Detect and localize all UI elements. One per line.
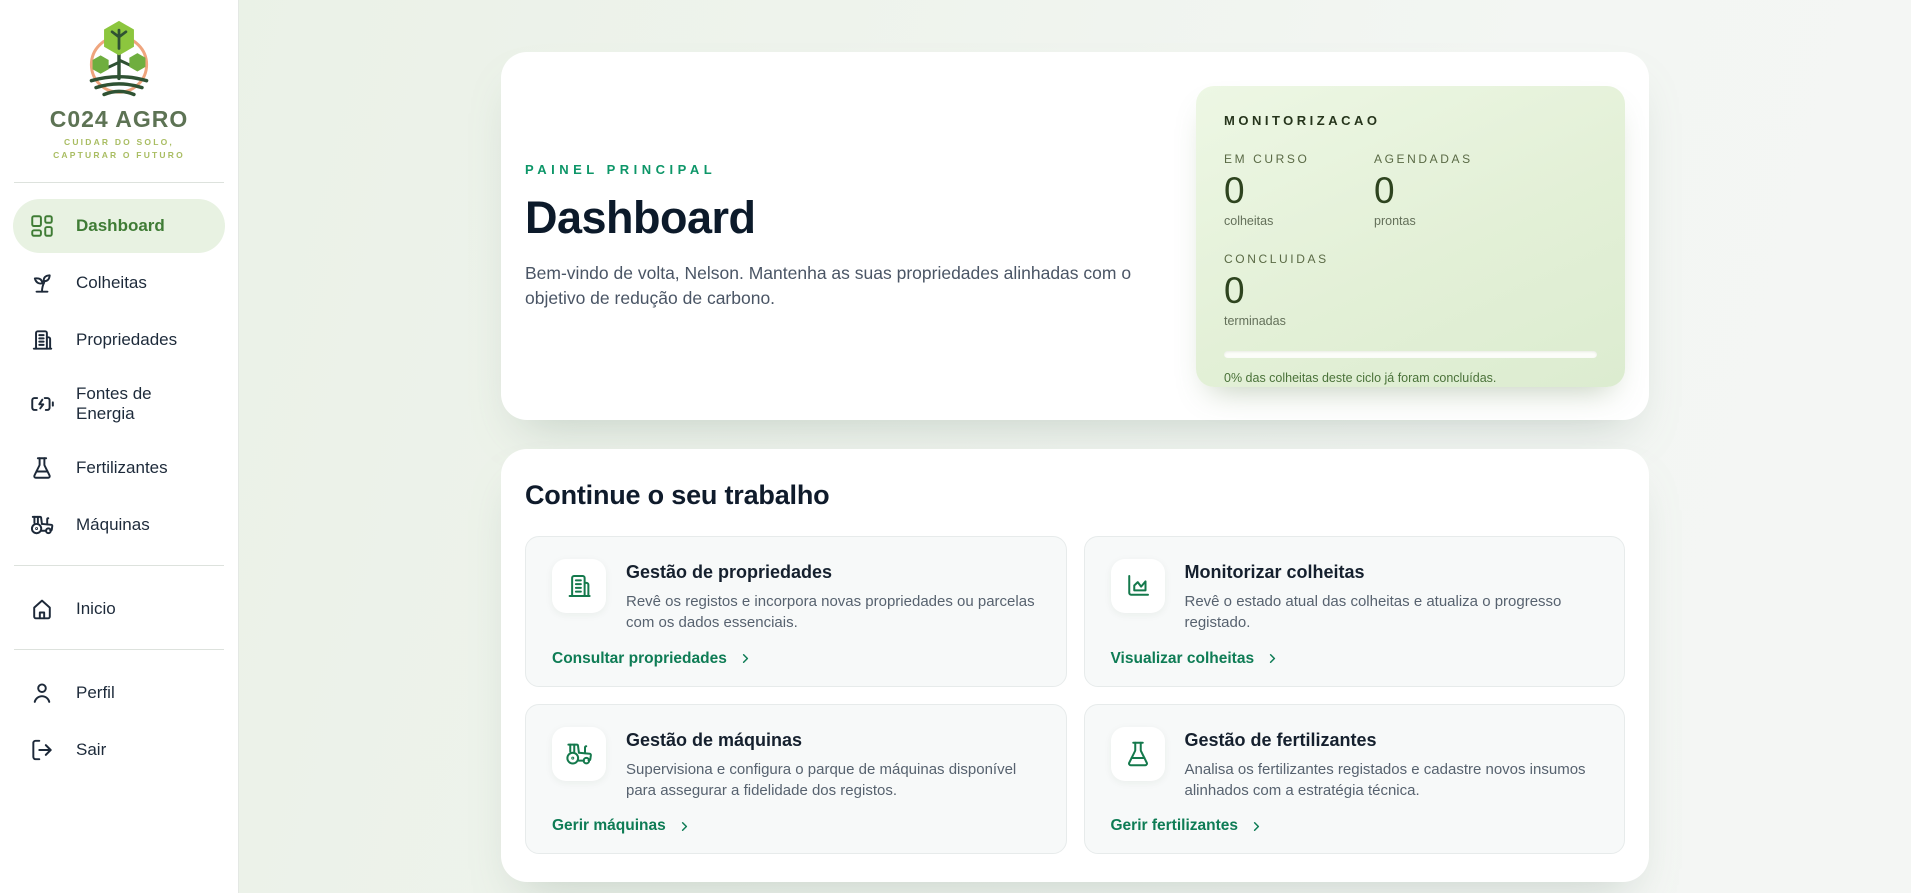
hero-text: PAINEL PRINCIPAL Dashboard Bem-vindo de … [525, 162, 1133, 311]
building-icon [29, 327, 55, 353]
task-description: Analisa os fertilizantes registados e ca… [1185, 759, 1599, 802]
logo-tagline: CUIDAR DO SOLO, CAPTURAR O FUTURO [10, 136, 228, 162]
task-title: Gestão de fertilizantes [1185, 730, 1599, 751]
gerir-fertilizantes-link[interactable]: Gerir fertilizantes [1111, 817, 1599, 835]
stat-agendadas: AGENDADAS 0 prontas [1374, 152, 1597, 228]
icon-tile [1111, 727, 1165, 781]
monitoring-title: MONITORIZACAO [1224, 113, 1597, 128]
logout-icon [29, 737, 55, 763]
page-title: Dashboard [525, 192, 1133, 244]
task-card-fertilizantes: Gestão de fertilizantes Analisa os ferti… [1084, 704, 1626, 855]
icon-tile [552, 727, 606, 781]
chevron-right-icon [738, 651, 753, 666]
sidebar-item-label: Dashboard [76, 216, 165, 236]
welcome-message: Bem-vindo de volta, Nelson. Mantenha as … [525, 261, 1133, 311]
sidebar-item-propriedades[interactable]: Propriedades [13, 313, 225, 367]
sidebar-item-label: Fertilizantes [76, 458, 168, 478]
flask-icon [1123, 739, 1153, 769]
sidebar-item-label: Inicio [76, 599, 116, 619]
sidebar-item-label: Máquinas [76, 515, 150, 535]
stat-em-curso: EM CURSO 0 colheitas [1224, 152, 1374, 228]
task-card-grid: Gestão de propriedades Revê os registos … [525, 536, 1625, 854]
icon-tile [552, 559, 606, 613]
monitoring-stats: EM CURSO 0 colheitas AGENDADAS 0 prontas… [1224, 152, 1597, 328]
monitoring-card: MONITORIZACAO EM CURSO 0 colheitas AGEND… [1196, 86, 1625, 387]
stat-concluidas: CONCLUIDAS 0 terminadas [1224, 252, 1374, 328]
hero-eyebrow: PAINEL PRINCIPAL [525, 162, 1133, 177]
sidebar-item-fertilizantes[interactable]: Fertilizantes [13, 441, 225, 495]
sprout-icon [29, 270, 55, 296]
sidebar-item-label: Propriedades [76, 330, 177, 350]
task-description: Supervisiona e configura o parque de máq… [626, 759, 1040, 802]
main-content: PAINEL PRINCIPAL Dashboard Bem-vindo de … [239, 0, 1911, 893]
sidebar-item-label: Sair [76, 740, 106, 760]
sidebar-divider [14, 182, 224, 183]
home-icon [29, 596, 55, 622]
user-icon [29, 680, 55, 706]
sidebar-item-colheitas[interactable]: Colheitas [13, 256, 225, 310]
dashboard-grid-icon [29, 213, 55, 239]
logo-tree-icon [73, 16, 165, 104]
chevron-right-icon [677, 819, 692, 834]
sidebar-item-maquinas[interactable]: Máquinas [13, 498, 225, 552]
sidebar-item-inicio[interactable]: Inicio [13, 582, 225, 636]
task-card-propriedades: Gestão de propriedades Revê os registos … [525, 536, 1067, 687]
building-icon [564, 571, 594, 601]
task-title: Gestão de propriedades [626, 562, 1040, 583]
app-logo: C024 AGRO CUIDAR DO SOLO, CAPTURAR O FUT… [0, 0, 238, 172]
logo-name: C024 AGRO [10, 106, 228, 133]
task-card-colheitas: Monitorizar colheitas Revê o estado atua… [1084, 536, 1626, 687]
sidebar-divider [14, 649, 224, 650]
chevron-right-icon [1265, 651, 1280, 666]
battery-charging-icon [29, 391, 55, 417]
sidebar-nav-secondary: Inicio [0, 576, 238, 639]
chevron-right-icon [1249, 819, 1264, 834]
sidebar-item-sair[interactable]: Sair [13, 723, 225, 777]
continue-work-panel: Continue o seu trabalho Gestão de propri… [501, 449, 1649, 882]
chart-icon [1123, 571, 1153, 601]
section-heading: Continue o seu trabalho [525, 480, 1625, 511]
sidebar-divider [14, 565, 224, 566]
sidebar-item-label: Perfil [76, 683, 115, 703]
sidebar-nav-footer: Perfil Sair [0, 660, 238, 780]
task-card-maquinas: Gestão de máquinas Supervisiona e config… [525, 704, 1067, 855]
consultar-propriedades-link[interactable]: Consultar propriedades [552, 650, 1040, 668]
harvest-progress-bar [1224, 351, 1597, 358]
tractor-icon [29, 512, 55, 538]
task-title: Gestão de máquinas [626, 730, 1040, 751]
task-description: Revê os registos e incorpora novas propr… [626, 591, 1040, 634]
harvest-progress-caption: 0% das colheitas deste ciclo já foram co… [1224, 371, 1597, 385]
gerir-maquinas-link[interactable]: Gerir máquinas [552, 817, 1040, 835]
visualizar-colheitas-link[interactable]: Visualizar colheitas [1111, 650, 1599, 668]
flask-icon [29, 455, 55, 481]
dashboard-hero-panel: PAINEL PRINCIPAL Dashboard Bem-vindo de … [501, 52, 1649, 420]
task-description: Revê o estado atual das colheitas e atua… [1185, 591, 1599, 634]
sidebar-item-perfil[interactable]: Perfil [13, 666, 225, 720]
sidebar-nav: Dashboard Colheitas Propriedades [0, 193, 238, 555]
sidebar: C024 AGRO CUIDAR DO SOLO, CAPTURAR O FUT… [0, 0, 239, 893]
icon-tile [1111, 559, 1165, 613]
task-title: Monitorizar colheitas [1185, 562, 1599, 583]
sidebar-item-label: Fontes de Energia [76, 384, 209, 424]
sidebar-item-fontes-energia[interactable]: Fontes de Energia [13, 370, 225, 438]
tractor-icon [564, 739, 594, 769]
sidebar-item-label: Colheitas [76, 273, 147, 293]
sidebar-item-dashboard[interactable]: Dashboard [13, 199, 225, 253]
